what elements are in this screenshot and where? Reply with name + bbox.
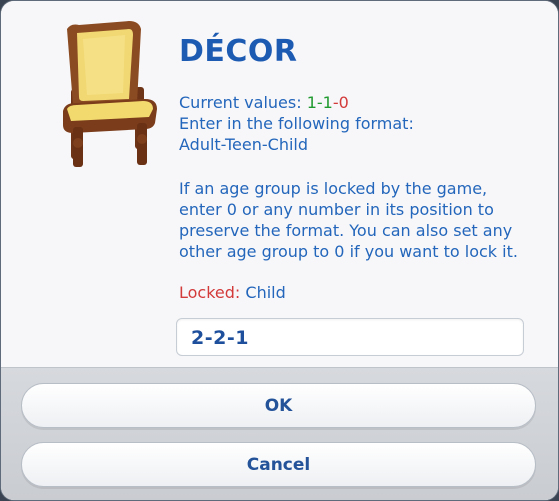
locked-value: Child: [240, 283, 286, 302]
dialog-footer: OK Cancel: [1, 367, 558, 500]
value-teen: 1: [322, 93, 333, 112]
cancel-button[interactable]: Cancel: [21, 442, 536, 487]
ok-button[interactable]: OK: [21, 383, 536, 428]
chair-icon: [63, 21, 157, 167]
current-values-text: Current values: 1-1-0 Enter in the follo…: [179, 92, 414, 155]
format-instruction: Enter in the following format:: [179, 114, 414, 133]
locked-line: Locked: Child: [179, 282, 286, 303]
dialog-content: DÉCOR Current values: 1-1-0 Enter in the…: [1, 1, 558, 367]
help-text: If an age group is locked by the game, e…: [179, 179, 518, 261]
locked-label: Locked:: [179, 283, 241, 302]
decor-dialog: DÉCOR Current values: 1-1-0 Enter in the…: [0, 0, 559, 501]
value-child: 0: [338, 93, 349, 112]
background-frame: DÉCOR Current values: 1-1-0 Enter in the…: [0, 0, 559, 501]
dialog-title: DÉCOR: [179, 34, 298, 69]
format-example: Adult-Teen-Child: [179, 135, 308, 154]
age-values-input[interactable]: 2-2-1: [176, 318, 524, 356]
value-adult: 1: [306, 93, 317, 112]
current-values-label: Current values:: [179, 93, 307, 112]
